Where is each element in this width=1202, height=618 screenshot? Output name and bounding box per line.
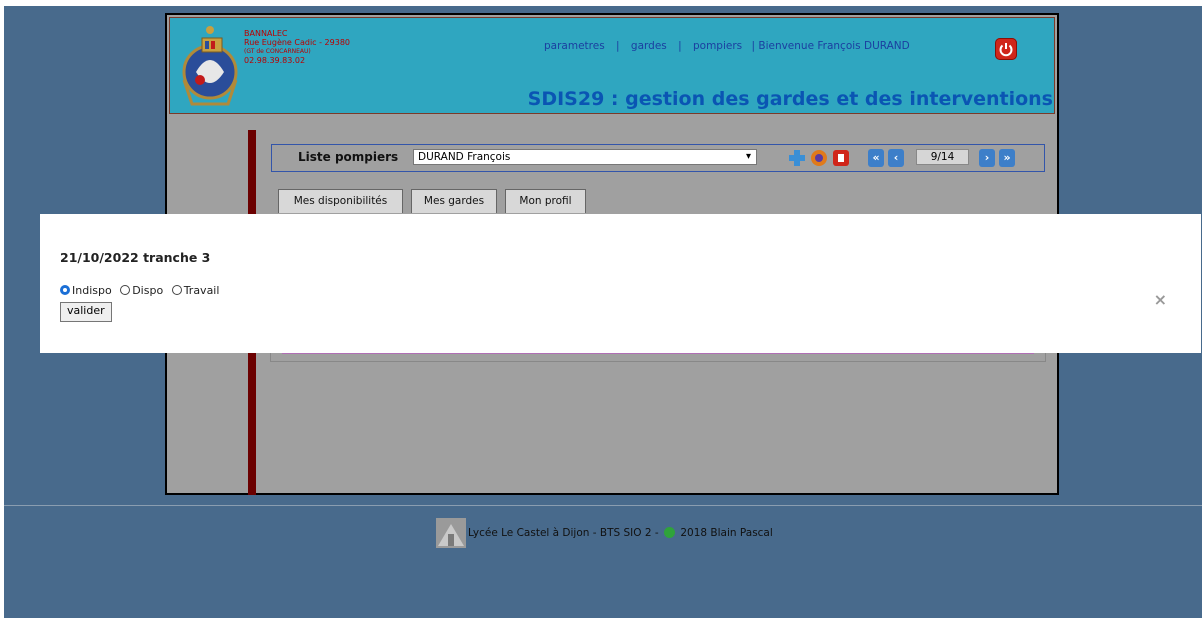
address-phone: 02.98.39.83.02 <box>244 56 306 65</box>
nav-parametres[interactable]: parametres <box>544 40 605 52</box>
availability-options: Indispo Dispo Travail <box>60 284 219 297</box>
last-page-button[interactable]: » <box>999 149 1015 167</box>
address-group: (GT de CONCARNEAU) <box>244 48 311 55</box>
add-icon[interactable] <box>788 149 806 167</box>
close-icon[interactable]: × <box>1154 290 1167 309</box>
footer-divider <box>4 505 1202 506</box>
pompier-select[interactable]: DURAND François ▾ <box>413 149 757 165</box>
nav-pompiers[interactable]: pompiers <box>693 40 742 52</box>
copyleft-icon <box>664 527 676 538</box>
previous-page-button[interactable]: ‹ <box>888 149 904 167</box>
tab-mon-profil[interactable]: Mon profil <box>505 189 586 213</box>
nav-separator: | <box>678 40 682 52</box>
address-block: BANNALEC Rue Eugène Cadic - 29380 (GT de… <box>244 29 350 65</box>
footer-author: 2018 Blain Pascal <box>680 527 773 539</box>
address-street: Rue Eugène Cadic - 29380 <box>244 38 351 47</box>
address-city: BANNALEC <box>244 29 288 38</box>
delete-icon[interactable] <box>832 149 850 167</box>
next-page-button[interactable]: › <box>979 149 995 167</box>
footer: Lycée Le Castel à Dijon - BTS SIO 2 - 20… <box>436 518 773 548</box>
first-page-button[interactable]: « <box>868 149 884 167</box>
tab-mes-disponibilites[interactable]: Mes disponibilités <box>278 189 403 213</box>
radio-indispo[interactable] <box>60 285 70 295</box>
school-building-icon <box>436 518 466 548</box>
page-indicator: 9/14 <box>916 149 969 165</box>
tab-mes-gardes[interactable]: Mes gardes <box>411 189 497 213</box>
chevron-down-icon: ▾ <box>745 151 751 162</box>
welcome-text: | Bienvenue François DURAND <box>751 40 910 52</box>
header: BANNALEC Rue Eugène Cadic - 29380 (GT de… <box>169 17 1055 114</box>
footer-text: Lycée Le Castel à Dijon - BTS SIO 2 - <box>468 527 659 539</box>
availability-modal: 21/10/2022 tranche 3 Indispo Dispo Trava… <box>40 214 1201 353</box>
nav-gardes[interactable]: gardes <box>631 40 667 52</box>
pompier-select-value: DURAND François <box>418 151 511 163</box>
panel-label: Liste pompiers <box>298 150 399 164</box>
radio-travail[interactable] <box>171 285 182 295</box>
valider-button[interactable]: valider <box>60 302 112 322</box>
pompiers-panel: Liste pompiers DURAND François ▾ « ‹ 9/1… <box>271 144 1045 172</box>
power-icon[interactable] <box>995 38 1017 60</box>
crest-logo-icon <box>174 20 246 112</box>
radio-travail-label: Travail <box>183 284 220 297</box>
nav-separator: | <box>616 40 620 52</box>
modal-title: 21/10/2022 tranche 3 <box>60 250 211 265</box>
radio-dispo[interactable] <box>120 285 131 295</box>
app-title: SDIS29 : gestion des gardes et des inter… <box>527 88 1053 110</box>
top-nav: parametres | gardes | pompiers | Bienven… <box>544 40 910 52</box>
logo-icon[interactable] <box>810 149 828 167</box>
radio-dispo-label: Dispo <box>132 284 164 297</box>
radio-indispo-label: Indispo <box>72 284 112 297</box>
